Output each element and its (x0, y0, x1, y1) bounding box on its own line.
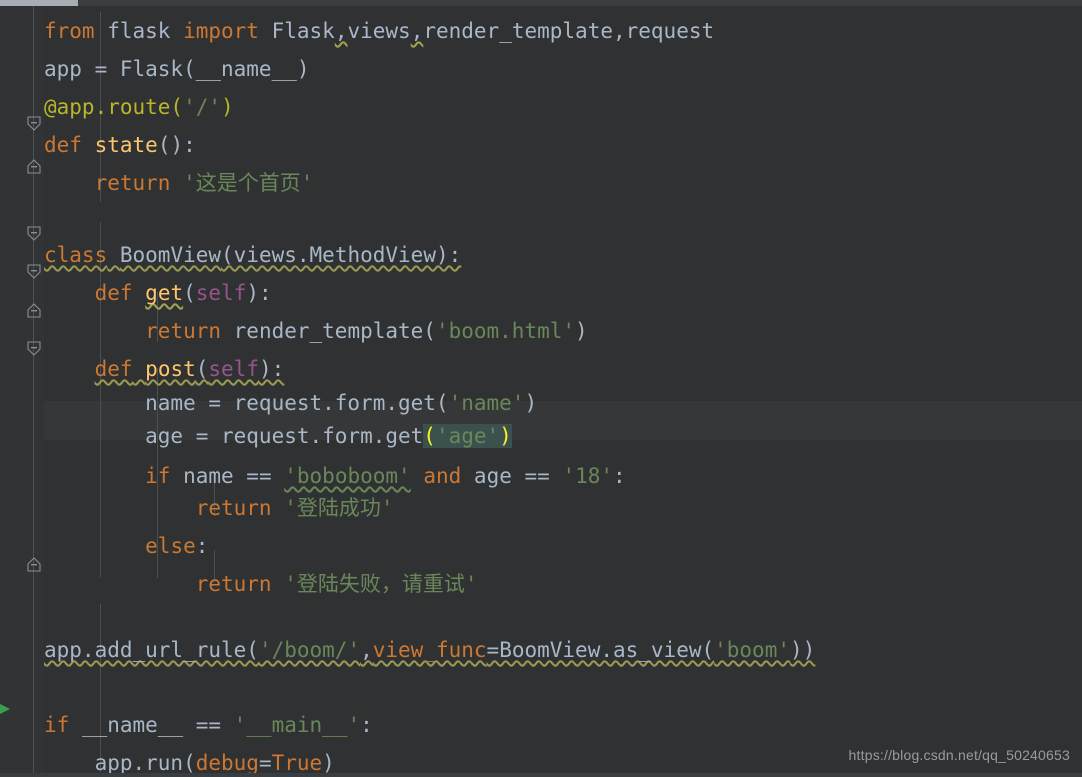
code-content[interactable]: from flask import Flask,views,render_tem… (44, 6, 1082, 777)
horizontal-scrollbar-thumb[interactable] (0, 0, 78, 6)
horizontal-scrollbar-track[interactable] (0, 0, 1082, 6)
watermark-url: https://blog.csdn.net/qq_50240653 (848, 747, 1070, 763)
code-line-5: return '这是个首页' (94, 171, 314, 195)
code-line-16: return '登陆失败，请重试' (195, 572, 478, 596)
code-line-2: app = Flask(__name__) (44, 57, 310, 81)
fold-collapse-icon-class-boomview[interactable] (26, 226, 42, 241)
fold-collapse-icon-def-state[interactable] (26, 116, 42, 131)
code-editor[interactable]: from flask import Flask,views,render_tem… (0, 0, 1082, 777)
run-arrow-icon[interactable] (0, 701, 14, 717)
code-line-8: def get(self): (94, 281, 272, 305)
fold-end-icon-state[interactable] (26, 158, 42, 174)
code-line-12: age = request.form.get('age') (44, 424, 512, 448)
code-line-20: if __name__ == '__main__': (44, 713, 373, 737)
code-line-3: @app.route('/') (44, 95, 234, 119)
code-line-10: def post(self): (94, 357, 285, 381)
fold-collapse-icon-def-get[interactable] (26, 264, 42, 279)
code-line-7: class BoomView(views.MethodView): (44, 243, 462, 267)
code-line-9: return render_template('boom.html') (145, 319, 588, 343)
bottom-bar (0, 773, 1082, 777)
code-line-18: app.add_url_rule('/boom/',view_func=Boom… (44, 638, 816, 662)
fold-collapse-icon-def-post[interactable] (26, 341, 42, 356)
code-line-14: return '登陆成功' (195, 496, 394, 520)
code-line-1: from flask import Flask,views,render_tem… (44, 19, 715, 43)
code-line-4: def state(): (44, 133, 196, 157)
fold-end-icon-post[interactable] (26, 556, 42, 572)
code-line-15: else: (145, 534, 209, 558)
fold-end-icon-get[interactable] (26, 302, 42, 318)
